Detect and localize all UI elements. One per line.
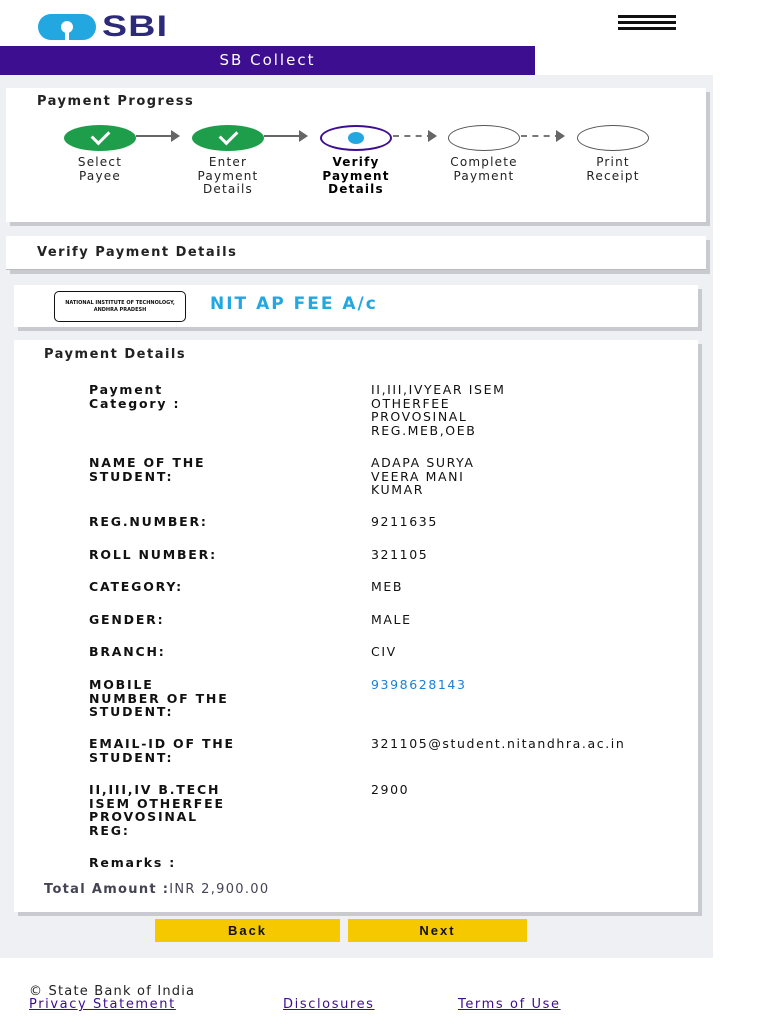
next-button[interactable]: Next <box>348 919 527 942</box>
step-verify-payment-details: Verify Payment Details <box>301 125 411 197</box>
verify-section: Verify Payment Details <box>6 236 706 270</box>
sbi-logo[interactable]: SBI <box>38 10 167 44</box>
detail-label: Payment Category : <box>89 382 181 411</box>
details-heading: Payment Details <box>44 347 187 362</box>
step-label: Print Receipt <box>586 155 640 183</box>
mobile-number-link[interactable]: 9398628143 <box>371 678 751 692</box>
step-print-receipt: Print Receipt <box>558 125 668 183</box>
payee-logo: NATIONAL INSTITUTE OF TECHNOLOGY, ANDHRA… <box>54 291 186 322</box>
detail-value: CIV <box>371 644 397 659</box>
total-amount-value: INR 2,900.00 <box>169 882 270 897</box>
detail-value: II,III,IVYEAR ISEM OTHERFEE PROVOSINAL R… <box>371 382 506 438</box>
detail-value: MEB <box>371 579 404 594</box>
payee-name: NIT AP FEE A/c <box>210 294 378 314</box>
total-amount-label: Total Amount : <box>44 882 170 897</box>
detail-value: 321105@student.nitandhra.ac.in <box>371 736 626 751</box>
detail-label: CATEGORY: <box>89 579 183 594</box>
step-enter-payment-details: Enter Payment Details <box>173 125 283 197</box>
detail-value: 321105 <box>371 547 429 562</box>
privacy-statement-link[interactable]: Privacy Statement <box>29 997 176 1012</box>
detail-value: MALE <box>371 612 412 627</box>
detail-label: GENDER: <box>89 612 165 627</box>
page-title: SB Collect <box>0 46 535 75</box>
check-icon <box>192 125 264 151</box>
detail-label: BRANCH: <box>89 644 166 659</box>
step-label: Enter Payment Details <box>197 155 259 196</box>
step-label: Verify Payment Details <box>322 155 390 196</box>
detail-value: 2900 <box>371 782 410 797</box>
app-header: SBI <box>0 0 768 46</box>
terms-of-use-link[interactable]: Terms of Use <box>458 997 561 1012</box>
step-label: Select Payee <box>77 155 123 183</box>
current-step-icon <box>320 125 392 151</box>
detail-label: MOBILE NUMBER OF THE STUDENT: <box>89 677 229 719</box>
check-icon <box>64 125 136 151</box>
sbi-logo-icon <box>38 14 96 40</box>
detail-label: II,III,IV B.TECH ISEM OTHERFEE PROVOSINA… <box>89 782 225 838</box>
step-complete-payment: Complete Payment <box>429 125 539 183</box>
detail-label: NAME OF THE STUDENT: <box>89 455 206 484</box>
detail-value: 9211635 <box>371 514 438 529</box>
disclosures-link[interactable]: Disclosures <box>283 997 375 1012</box>
detail-value: ADAPA SURYA VEERA MANI KUMAR <box>371 455 475 497</box>
pending-step-icon <box>577 125 649 151</box>
pending-step-icon <box>448 125 520 151</box>
section-heading: Verify Payment Details <box>37 245 238 260</box>
payee-card: NATIONAL INSTITUTE OF TECHNOLOGY, ANDHRA… <box>14 285 698 327</box>
step-label: Complete Payment <box>450 155 518 183</box>
brand-name: SBI <box>102 10 169 43</box>
step-select-payee: Select Payee <box>45 125 155 183</box>
back-button[interactable]: Back <box>155 919 340 942</box>
progress-heading: Payment Progress <box>37 94 195 109</box>
detail-label: ROLL NUMBER: <box>89 547 217 562</box>
hamburger-menu-icon[interactable] <box>618 15 676 31</box>
detail-label: REG.NUMBER: <box>89 514 208 529</box>
total-amount: Total Amount :INR 2,900.00 <box>44 882 269 897</box>
detail-label: Remarks : <box>89 855 177 870</box>
detail-label: EMAIL-ID OF THE STUDENT: <box>89 736 235 765</box>
